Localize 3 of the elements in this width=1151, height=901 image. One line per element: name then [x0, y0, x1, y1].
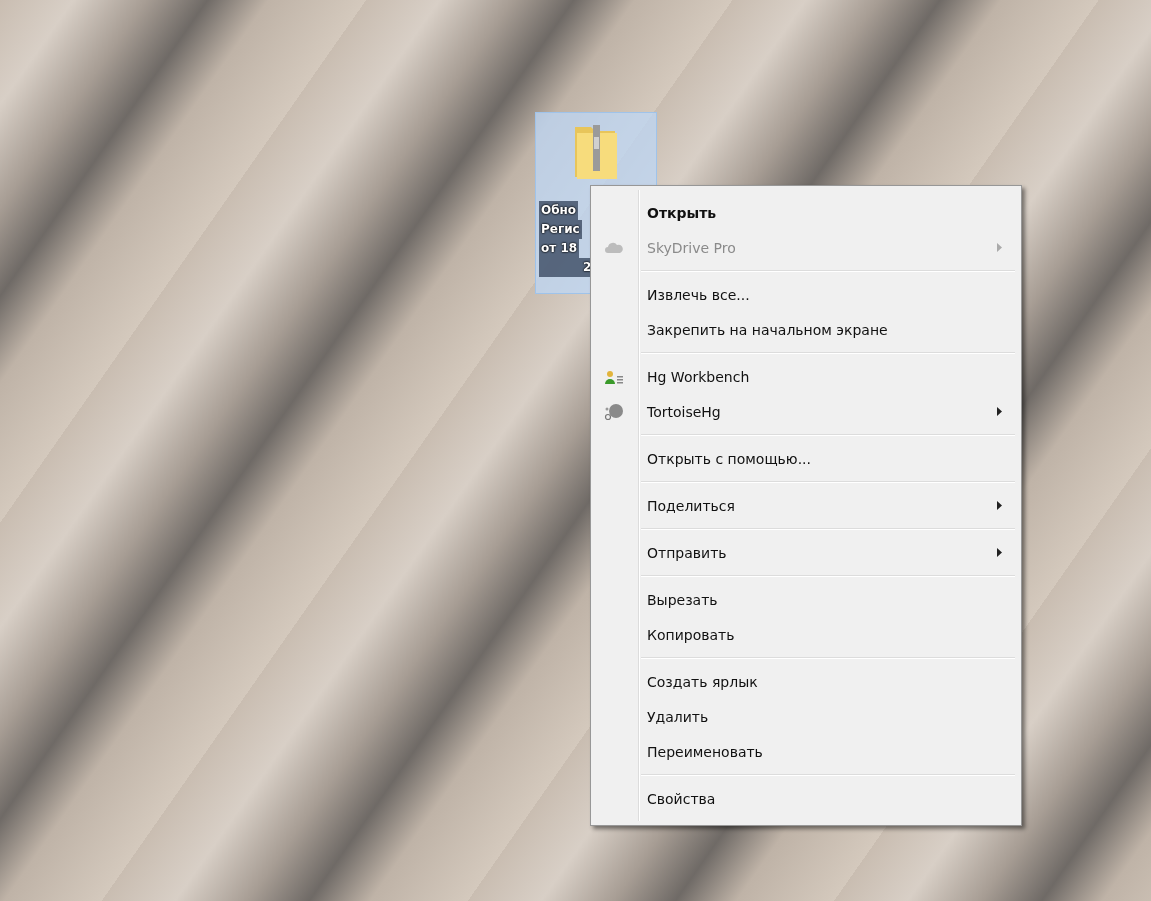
file-name-text: от 18: [539, 239, 580, 258]
file-name-text: Регис: [539, 220, 582, 239]
file-name-text: Обно: [539, 201, 579, 220]
